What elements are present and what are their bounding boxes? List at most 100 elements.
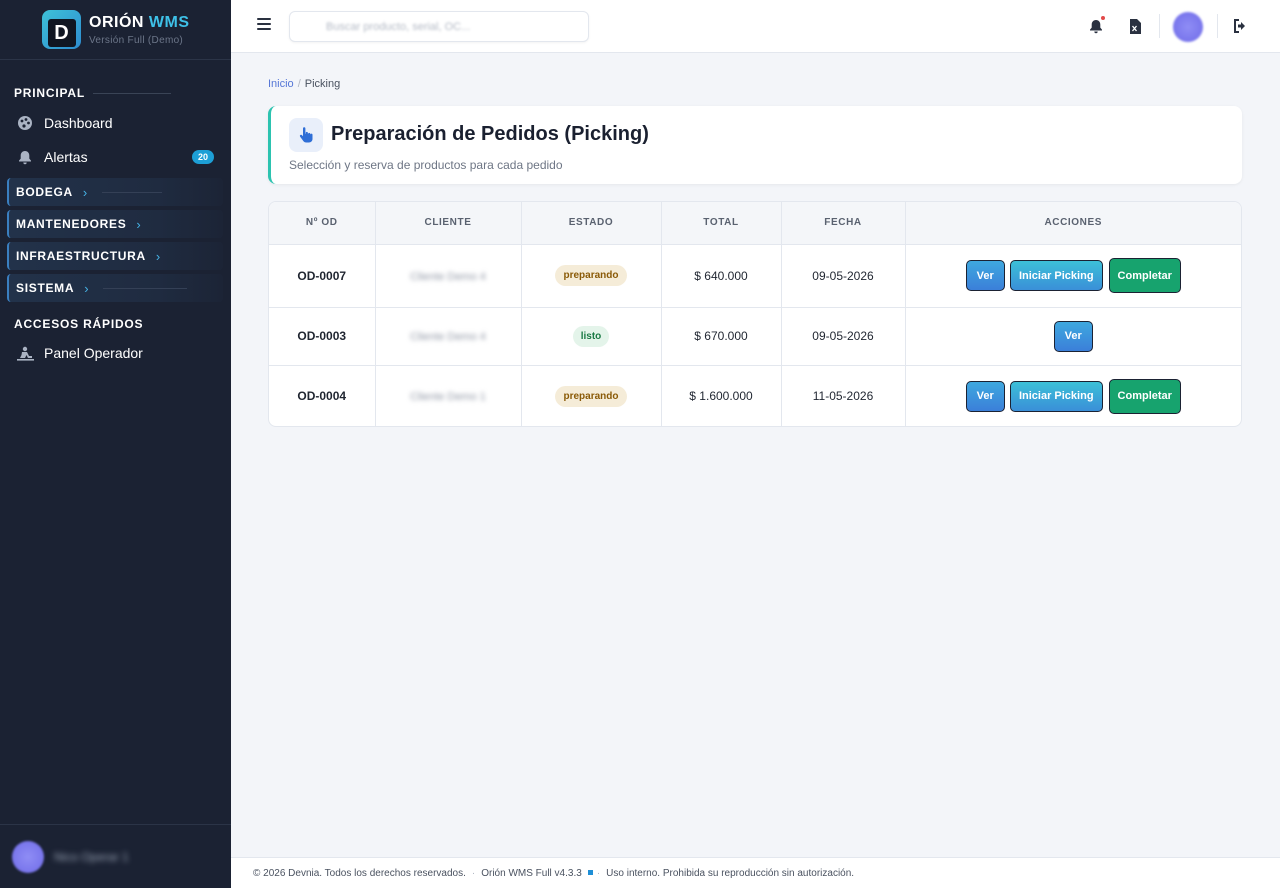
section-accesos-rapidos: ACCESOS RÁPIDOS <box>0 317 143 331</box>
ver-button[interactable]: Ver <box>965 380 1005 412</box>
search-box <box>289 11 589 42</box>
completar-button[interactable]: Completar <box>1108 258 1181 293</box>
brand-name-main: ORIÓN <box>89 13 144 31</box>
date-cell: 09-05-2026 <box>781 244 906 308</box>
logout-icon[interactable] <box>1231 16 1251 36</box>
section-principal-label: PRINCIPAL <box>14 86 85 100</box>
column-header[interactable]: ESTADO <box>521 202 662 245</box>
client-cell: Cliente Demo 4 <box>375 244 522 308</box>
iniciar-picking-button[interactable]: Iniciar Picking <box>1009 260 1103 291</box>
search-input[interactable] <box>290 12 588 41</box>
footer-copyright: © 2026 Devnia. Todos los derechos reserv… <box>253 867 466 879</box>
column-header[interactable]: TOTAL <box>661 202 782 245</box>
sidebar-group-sistema[interactable]: SISTEMA › <box>7 274 223 302</box>
sidebar-group-mantenedores[interactable]: MANTENEDORES › <box>7 210 223 238</box>
excel-file-icon[interactable] <box>1125 16 1145 36</box>
od-number: OD-0007 <box>269 244 376 308</box>
total-cell: $ 670.000 <box>661 307 782 366</box>
client-cell: Cliente Demo 4 <box>375 307 522 366</box>
column-header[interactable]: Nº OD <box>269 202 376 245</box>
sidebar-item-label: Dashboard <box>44 115 113 131</box>
actions-cell: Ver Iniciar Picking Completar <box>905 365 1241 426</box>
completar-button[interactable]: Completar <box>1108 378 1181 414</box>
total-cell: $ 1.600.000 <box>661 365 782 426</box>
chevron-right-icon: › <box>155 248 161 264</box>
brand-name: ORIÓN WMS <box>89 14 190 32</box>
footer-notice: Uso interno. Prohibida su reproducción s… <box>606 867 855 879</box>
ver-button[interactable]: Ver <box>1053 320 1093 352</box>
picking-table: Nº OD CLIENTE ESTADO TOTAL FECHA ACCIONE… <box>269 202 1241 426</box>
bell-icon <box>16 148 34 166</box>
status-cell: preparando <box>521 244 662 308</box>
column-header[interactable]: FECHA <box>781 202 906 245</box>
logo: D <box>42 10 81 49</box>
column-header[interactable]: CLIENTE <box>375 202 522 245</box>
status-cell: preparando <box>521 365 662 426</box>
sidebar-group-label: MANTENEDORES <box>16 217 127 231</box>
palette-icon <box>16 114 34 132</box>
menu-icon[interactable] <box>257 18 271 30</box>
footer-version: Orión WMS Full v4.3.3 <box>481 867 582 879</box>
page-subtitle: Selección y reserva de productos para ca… <box>289 158 563 172</box>
user-profile[interactable]: Nico Operar 1 <box>0 824 231 888</box>
section-principal: PRINCIPAL <box>0 86 171 100</box>
user-avatar[interactable] <box>1173 12 1203 42</box>
avatar <box>12 840 44 873</box>
sidebar-group-label: BODEGA <box>16 185 73 199</box>
actions-cell: Ver Iniciar Picking Completar <box>905 244 1241 308</box>
sidebar-group-label: SISTEMA <box>16 281 75 295</box>
chevron-right-icon: › <box>136 216 142 232</box>
sidebar-group-label: INFRAESTRUCTURA <box>16 249 146 263</box>
status-cell: listo <box>521 307 662 366</box>
operator-icon <box>16 344 34 362</box>
brand-subtitle: Versión Full (Demo) <box>89 34 184 46</box>
table-row: OD-0003 Cliente Demo 4 listo $ 670.000 0… <box>269 307 1241 366</box>
page-header-card: Preparación de Pedidos (Picking) Selecci… <box>268 106 1242 184</box>
status-badge: preparando <box>555 265 627 286</box>
status-square-icon <box>587 870 593 875</box>
table-row: OD-0004 Cliente Demo 1 preparando $ 1.60… <box>269 365 1241 426</box>
client-name: Cliente Demo 1 <box>410 391 486 404</box>
date-cell: 11-05-2026 <box>781 365 906 426</box>
hand-pointer-icon <box>289 118 323 152</box>
picking-table-card: Nº OD CLIENTE ESTADO TOTAL FECHA ACCIONE… <box>268 201 1242 427</box>
client-name: Cliente Demo 4 <box>410 331 486 343</box>
client-name: Cliente Demo 4 <box>410 270 486 283</box>
od-number: OD-0004 <box>269 365 376 426</box>
client-cell: Cliente Demo 1 <box>375 365 522 426</box>
date-cell: 09-05-2026 <box>781 307 906 366</box>
sidebar-item-dashboard[interactable]: Dashboard <box>16 114 214 132</box>
table-header-row: Nº OD CLIENTE ESTADO TOTAL FECHA ACCIONE… <box>269 202 1241 245</box>
status-badge: listo <box>572 325 610 347</box>
notifications-bell-icon[interactable] <box>1086 16 1106 36</box>
total-cell: $ 640.000 <box>661 244 782 308</box>
chevron-right-icon: › <box>84 280 90 296</box>
actions-cell: Ver <box>905 307 1241 366</box>
user-name: Nico Operar 1 <box>54 849 129 864</box>
sidebar-item-alertas[interactable]: Alertas 20 <box>16 148 214 166</box>
iniciar-picking-button[interactable]: Iniciar Picking <box>1009 380 1103 412</box>
sidebar-group-bodega[interactable]: BODEGA › <box>7 178 223 206</box>
footer: © 2026 Devnia. Todos los derechos reserv… <box>231 857 1280 888</box>
sidebar: D ORIÓN WMS Versión Full (Demo) PRINCIPA… <box>0 0 231 888</box>
sidebar-item-panel-operador[interactable]: Panel Operador <box>16 344 214 362</box>
section-quick-label: ACCESOS RÁPIDOS <box>14 317 144 331</box>
breadcrumb-home-link[interactable]: Inicio <box>268 78 294 90</box>
brand-name-accent: WMS <box>148 13 190 31</box>
ver-button[interactable]: Ver <box>965 260 1005 291</box>
sidebar-item-label: Panel Operador <box>44 345 143 361</box>
notification-dot <box>1101 16 1105 20</box>
od-number: OD-0003 <box>269 307 376 366</box>
sidebar-group-infraestructura[interactable]: INFRAESTRUCTURA › <box>7 242 223 270</box>
breadcrumb-current: Picking <box>304 78 341 90</box>
column-header: ACCIONES <box>905 202 1241 245</box>
sidebar-item-label: Alertas <box>44 149 88 165</box>
logo-letter: D <box>47 18 76 47</box>
alert-count-badge: 20 <box>191 150 214 164</box>
breadcrumb: Inicio / Picking <box>268 78 341 90</box>
status-badge: preparando <box>555 385 627 407</box>
page-title: Preparación de Pedidos (Picking) <box>331 123 649 145</box>
table-row: OD-0007 Cliente Demo 4 preparando $ 640.… <box>269 244 1241 308</box>
brand[interactable]: D ORIÓN WMS Versión Full (Demo) <box>0 0 231 60</box>
chevron-right-icon: › <box>82 184 88 200</box>
